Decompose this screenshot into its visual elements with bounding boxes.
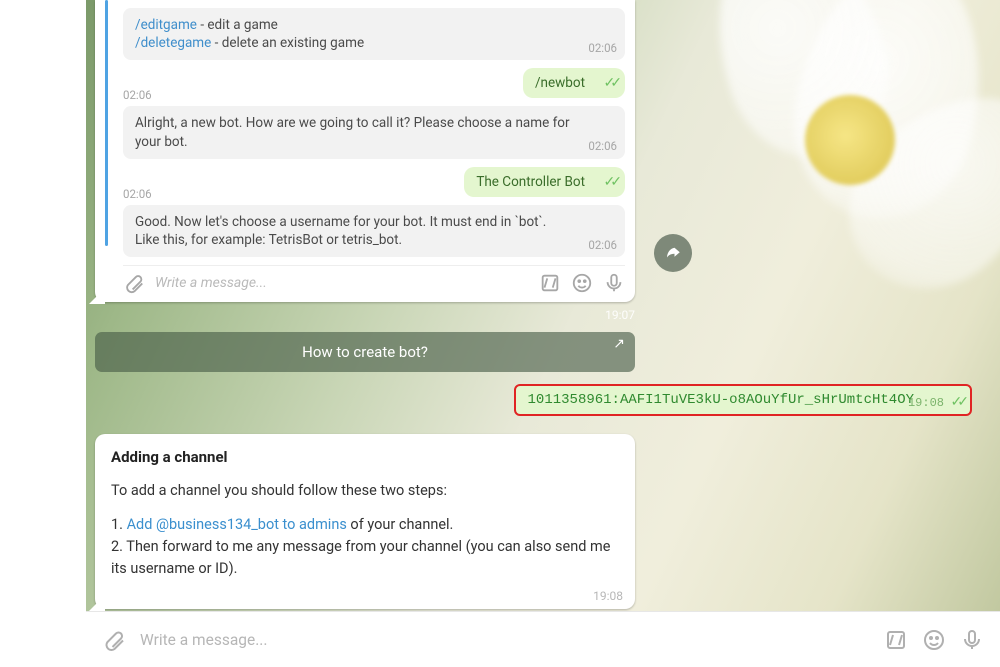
bot-message: Good. Now let's choose a username for yo…: [123, 205, 625, 257]
timestamp: 02:06: [123, 187, 152, 201]
telegram-chat-window: /editgame - edit a game /deletegame - de…: [0, 0, 1000, 667]
chat-column: /editgame - edit a game /deletegame - de…: [95, 0, 1000, 667]
read-ticks-icon: ✓✓: [951, 394, 964, 411]
attach-icon[interactable]: [123, 272, 145, 294]
card-intro: To add a channel you should follow these…: [111, 480, 619, 502]
timestamp: 02:06: [588, 41, 617, 57]
left-gutter: [0, 0, 86, 667]
mic-icon[interactable]: [603, 272, 625, 294]
reply-indicator: [105, 0, 108, 246]
add-bot-admins-link[interactable]: Add @business134_bot to admins: [127, 516, 347, 533]
how-to-create-bot-button[interactable]: How to create bot? ↗: [95, 332, 635, 372]
user-message: The Controller Bot ✓✓: [464, 167, 625, 197]
read-ticks-icon: ✓✓: [604, 75, 617, 91]
emoji-icon[interactable]: [922, 628, 946, 652]
timestamp: 19:07: [95, 308, 635, 322]
nested-input-placeholder[interactable]: Write a message...: [155, 275, 529, 291]
mic-icon[interactable]: [960, 628, 984, 652]
read-ticks-icon: ✓✓: [604, 174, 617, 190]
timestamp: 02:06: [588, 238, 617, 254]
adding-channel-card: Adding a channel To add a channel you sh…: [95, 434, 635, 609]
command-link[interactable]: /editgame: [135, 17, 197, 33]
external-link-icon: ↗: [613, 336, 625, 352]
timestamp: 19:08: [593, 589, 623, 603]
card-title: Adding a channel: [111, 448, 619, 466]
emoji-icon[interactable]: [571, 272, 593, 294]
nested-composer: Write a message...: [123, 265, 625, 294]
command-link[interactable]: /deletegame: [135, 35, 211, 51]
message-composer: Write a message...: [86, 611, 1000, 667]
timestamp: 02:06: [123, 88, 152, 102]
user-message: /newbot ✓✓: [523, 68, 625, 98]
share-button[interactable]: [654, 234, 692, 272]
composer-input[interactable]: Write a message...: [140, 631, 870, 649]
attach-icon[interactable]: [102, 628, 126, 652]
forwarded-screenshot-card: /editgame - edit a game /deletegame - de…: [95, 0, 635, 302]
timestamp: 19:08: [908, 396, 944, 410]
api-token-message[interactable]: 1011358961:AAFI1TuVE3kU-o8AOuYfUr_sHrUmt…: [514, 384, 972, 416]
timestamp: 02:06: [588, 139, 617, 155]
command-icon[interactable]: [539, 272, 561, 294]
bot-message: /editgame - edit a game /deletegame - de…: [123, 8, 625, 60]
token-text: 1011358961:AAFI1TuVE3kU-o8AOuYfUr_sHrUmt…: [528, 392, 914, 408]
card-steps: 1. Add @business134_bot to admins of you…: [111, 514, 619, 579]
command-icon[interactable]: [884, 628, 908, 652]
bot-message: Alright, a new bot. How are we going to …: [123, 106, 625, 158]
